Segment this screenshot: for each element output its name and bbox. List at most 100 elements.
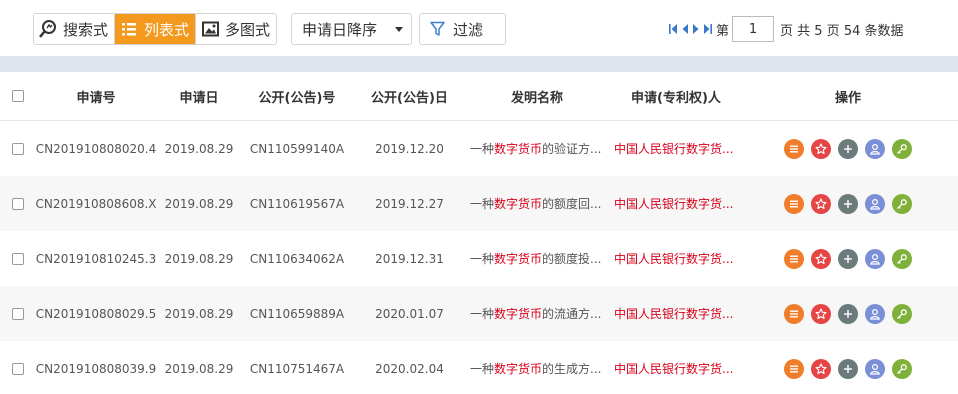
key-icon[interactable] [892, 138, 912, 159]
menu-icon[interactable] [784, 358, 804, 379]
app-date: 2019.08.29 [164, 361, 234, 376]
star-icon[interactable] [811, 358, 831, 379]
app-no-link[interactable]: CN201910808029.5 [36, 286, 156, 341]
applicant-link[interactable]: 中国人民银行数字货... [614, 121, 745, 176]
header-pub-date: 公开(公告)日 [371, 90, 448, 106]
row-checkbox[interactable] [12, 252, 24, 265]
page-prefix: 第 [716, 23, 730, 39]
invention-title-link[interactable]: 一种 数字货币 的额度投... [470, 231, 607, 286]
list-view-button[interactable]: 列表式 [114, 14, 196, 44]
plus-icon[interactable] [838, 248, 858, 269]
invention-title-link[interactable]: 一种 数字货币 的额度回... [470, 176, 607, 231]
user-icon[interactable] [865, 193, 885, 214]
plus-icon[interactable] [838, 138, 858, 159]
table-row: CN201910808608.X 2019.08.29 CN110619567A… [0, 176, 958, 231]
title-suffix: 的生成方... [542, 362, 602, 376]
table-row: CN201910810245.3 2019.08.29 CN110634062A… [0, 231, 958, 286]
view-mode-group: 搜索式 列表式 多图式 [33, 13, 278, 45]
results-table: 申请号 申请日 公开(公告)号 公开(公告)日 发明名称 申请(专利权)人 操作… [0, 72, 958, 394]
applicant-link[interactable]: 中国人民银行数字货... [614, 341, 745, 394]
row-checkbox[interactable] [12, 307, 24, 320]
filter-label: 过滤 [453, 20, 484, 39]
key-icon[interactable] [892, 358, 912, 379]
applicant-link[interactable]: 中国人民银行数字货... [614, 176, 745, 231]
search-style-view-label: 搜索式 [63, 20, 109, 39]
invention-title-link[interactable]: 一种 数字货币 的验证方... [470, 121, 607, 176]
select-all-checkbox[interactable] [12, 90, 24, 102]
key-icon[interactable] [892, 193, 912, 214]
invention-title-link[interactable]: 一种 数字货币 的生成方... [470, 341, 607, 394]
chevron-down-icon [395, 27, 403, 32]
star-icon[interactable] [811, 193, 831, 214]
row-actions [784, 303, 912, 324]
multi-image-view-button[interactable]: 多图式 [195, 14, 277, 44]
key-icon[interactable] [892, 248, 912, 269]
menu-icon[interactable] [784, 193, 804, 214]
list-icon [119, 19, 139, 39]
title-prefix: 一种 [470, 142, 495, 156]
pub-no: CN110599140A [249, 141, 345, 156]
page-number-input[interactable] [732, 16, 775, 42]
user-icon[interactable] [865, 138, 885, 159]
list-view-label: 列表式 [144, 20, 190, 39]
row-checkbox[interactable] [12, 197, 24, 210]
search-style-view-button[interactable]: 搜索式 [34, 14, 115, 44]
prev-page-icon[interactable] [681, 23, 689, 35]
row-checkbox[interactable] [12, 362, 24, 375]
app-no-link[interactable]: CN201910808039.9 [36, 341, 156, 394]
pub-no: CN110619567A [249, 196, 345, 211]
app-no-link[interactable]: CN201910810245.3 [36, 231, 156, 286]
applicant-link[interactable]: 中国人民银行数字货... [614, 286, 745, 341]
pub-date: 2020.01.07 [375, 306, 444, 321]
row-checkbox[interactable] [12, 142, 24, 155]
app-no-link[interactable]: CN201910808020.4 [36, 121, 156, 176]
app-date: 2019.08.29 [164, 196, 234, 211]
star-icon[interactable] [811, 138, 831, 159]
app-date: 2019.08.29 [164, 306, 234, 321]
app-no-link[interactable]: CN201910808608.X [36, 176, 156, 231]
menu-icon[interactable] [784, 248, 804, 269]
table-header-row: 申请号 申请日 公开(公告)号 公开(公告)日 发明名称 申请(专利权)人 操作 [0, 72, 958, 121]
menu-icon[interactable] [784, 138, 804, 159]
user-icon[interactable] [865, 358, 885, 379]
title-prefix: 一种 [470, 197, 495, 211]
title-keyword: 数字货币 [494, 252, 543, 266]
header-applicant: 申请(专利权)人 [631, 90, 721, 106]
first-page-icon[interactable] [668, 23, 678, 35]
key-icon[interactable] [892, 303, 912, 324]
sort-select[interactable]: 申请日降序 [291, 13, 412, 45]
title-suffix: 的额度回... [542, 197, 602, 211]
user-icon[interactable] [865, 303, 885, 324]
menu-icon[interactable] [784, 303, 804, 324]
row-actions [784, 358, 912, 379]
title-keyword: 数字货币 [494, 362, 543, 376]
filter-button[interactable]: 过滤 [419, 13, 506, 45]
pub-no: CN110751467A [249, 361, 345, 376]
filter-icon [430, 21, 445, 37]
next-page-icon[interactable] [692, 23, 700, 35]
invention-title-link[interactable]: 一种 数字货币 的流通方... [470, 286, 607, 341]
title-prefix: 一种 [470, 362, 495, 376]
plus-icon[interactable] [838, 303, 858, 324]
pub-no: CN110634062A [249, 251, 345, 266]
title-keyword: 数字货币 [494, 142, 543, 156]
title-suffix: 的额度投... [542, 252, 602, 266]
table-row: CN201910808029.5 2019.08.29 CN110659889A… [0, 286, 958, 341]
title-prefix: 一种 [470, 307, 495, 321]
title-suffix: 的流通方... [542, 307, 602, 321]
row-actions [784, 193, 912, 214]
image-icon [200, 19, 220, 39]
header-title: 发明名称 [510, 90, 563, 106]
header-actions: 操作 [834, 90, 861, 106]
plus-icon[interactable] [838, 193, 858, 214]
applicant-link[interactable]: 中国人民银行数字货... [614, 231, 745, 286]
star-icon[interactable] [811, 303, 831, 324]
table-row: CN201910808039.9 2019.08.29 CN110751467A… [0, 341, 958, 394]
plus-icon[interactable] [838, 358, 858, 379]
user-icon[interactable] [865, 248, 885, 269]
header-app-no: 申请号 [76, 90, 116, 106]
last-page-icon[interactable] [703, 23, 713, 35]
multi-image-view-label: 多图式 [225, 20, 271, 39]
header-pub-no: 公开(公告)号 [258, 90, 336, 106]
star-icon[interactable] [811, 248, 831, 269]
